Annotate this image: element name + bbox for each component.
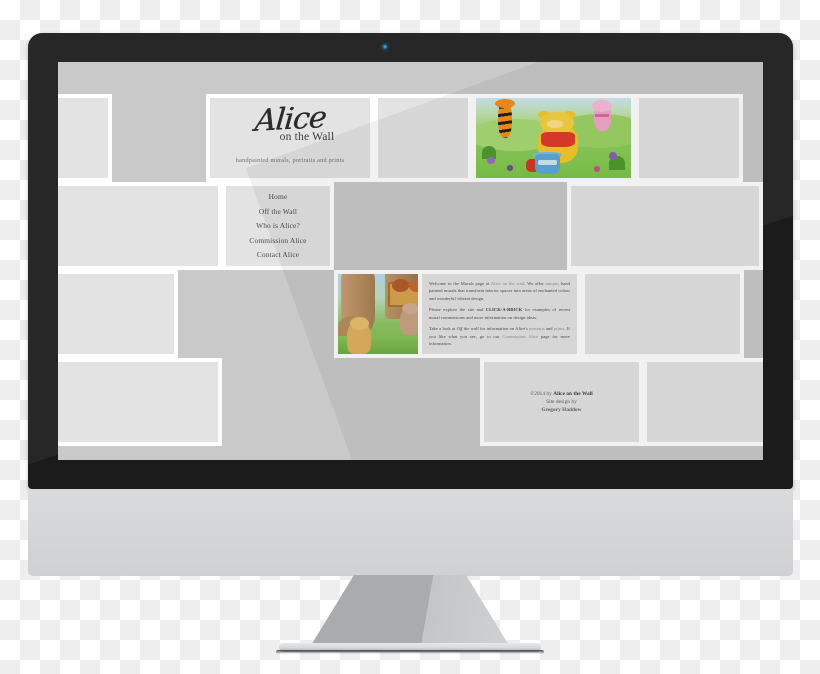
teddy-bear-standing-head <box>401 302 419 314</box>
link-alice-on-the-wall[interactable]: Alice on the wall <box>491 281 524 286</box>
welcome-paragraph-3: Take a look at Off the wall for informat… <box>429 325 570 347</box>
brick-decorative-r4-right[interactable] <box>643 358 763 446</box>
nav-item-commission-alice[interactable]: Commission Alice <box>249 235 306 246</box>
pooh-flower-4 <box>593 166 600 172</box>
pooh-flower-1 <box>486 157 495 164</box>
click-a-brick-emphasis[interactable]: CLICK-A-BRICK <box>486 307 522 312</box>
site-navigation-brick[interactable]: Home Off the Wall Who is Alice? Commissi… <box>222 182 334 270</box>
piglet-stripe-shape <box>595 114 610 118</box>
pooh-flower-2 <box>507 165 514 171</box>
pooh-snout-shape <box>547 120 563 128</box>
brick-decorative-r1-right[interactable] <box>635 94 743 182</box>
brick-decorative-r3-right[interactable] <box>581 270 744 358</box>
site-footer-brick[interactable]: ©2014 by Alice on the Wall Site design b… <box>480 358 643 446</box>
welcome-p3-c: and <box>544 326 554 332</box>
brick-decorative-r1-left[interactable] <box>58 94 112 182</box>
pooh-flower-3 <box>609 152 618 160</box>
brick-decorative-r3-left[interactable] <box>58 270 178 358</box>
hunny-label-shape <box>538 160 557 166</box>
link-commission-alice[interactable]: Commission Alice <box>502 334 538 339</box>
welcome-paragraph-1: Welcome to the Murals page at Alice on t… <box>429 280 570 302</box>
tigger-head-shape <box>494 98 515 109</box>
off-the-wall-emphasis[interactable]: Off the wall <box>457 326 479 331</box>
welcome-p3-a: Take a look at <box>429 326 457 332</box>
footer-design-label: Site design by <box>546 399 577 405</box>
piglet-head-shape <box>592 99 613 112</box>
brick-decorative-r2-left[interactable] <box>58 182 222 270</box>
welcome-p2-a: Please explore the site and <box>429 307 486 313</box>
site-logo-brick[interactable]: Alice on the Wall handpainted murals, po… <box>206 94 374 182</box>
brick-decorative-r4-left[interactable] <box>58 358 222 446</box>
brick-decorative-r2-right[interactable] <box>567 182 763 270</box>
pooh-red-shirt-shape <box>541 131 576 147</box>
monitor-mockup: Alice on the Wall handpainted murals, po… <box>28 33 793 489</box>
link-prints[interactable]: prints <box>554 326 565 331</box>
website-viewport: Alice on the Wall handpainted murals, po… <box>58 62 763 460</box>
footer-site-name: Alice on the Wall <box>553 391 593 397</box>
teddy-bear-golden-head <box>350 317 369 330</box>
monitor-stand-neck <box>310 575 510 647</box>
nav-item-who-is-alice[interactable]: Who is Alice? <box>256 220 300 231</box>
monitor-stand-shadow <box>276 650 544 654</box>
footer-copyright-prefix: ©2014 by <box>530 391 554 397</box>
link-portraits[interactable]: portraits <box>529 326 544 331</box>
welcome-paragraph-2: Please explore the site and CLICK-A-BRIC… <box>429 306 570 321</box>
logo-tagline: handpainted murals, portraits and prints <box>235 157 345 164</box>
monitor-screen: Alice on the Wall handpainted murals, po… <box>58 62 763 460</box>
nav-item-off-the-wall[interactable]: Off the Wall <box>259 206 297 217</box>
teddy-swing-bear-1 <box>392 278 410 292</box>
brick-decorative-r1-mid[interactable] <box>374 94 472 182</box>
nav-item-home[interactable]: Home <box>269 191 288 202</box>
webcam-icon <box>381 44 388 50</box>
footer-designer-name[interactable]: Gregory Haddow <box>541 407 581 413</box>
artwork-winnie-the-pooh-mural[interactable] <box>472 94 635 182</box>
welcome-p1-a: Welcome to the Murals page at <box>429 281 491 286</box>
link-unique[interactable]: unique <box>546 281 559 286</box>
logo-script-text: Alice <box>253 100 327 139</box>
welcome-text-brick[interactable]: Welcome to the Murals page at Alice on t… <box>418 270 581 358</box>
nav-item-contact-alice[interactable]: Contact Alice <box>257 249 299 260</box>
monitor-chin <box>28 489 793 576</box>
footer-copyright-line: ©2014 by Alice on the Wall <box>530 391 593 397</box>
welcome-p3-b: for information on Alice's <box>478 326 530 332</box>
welcome-p1-b: . We offer <box>524 281 546 286</box>
